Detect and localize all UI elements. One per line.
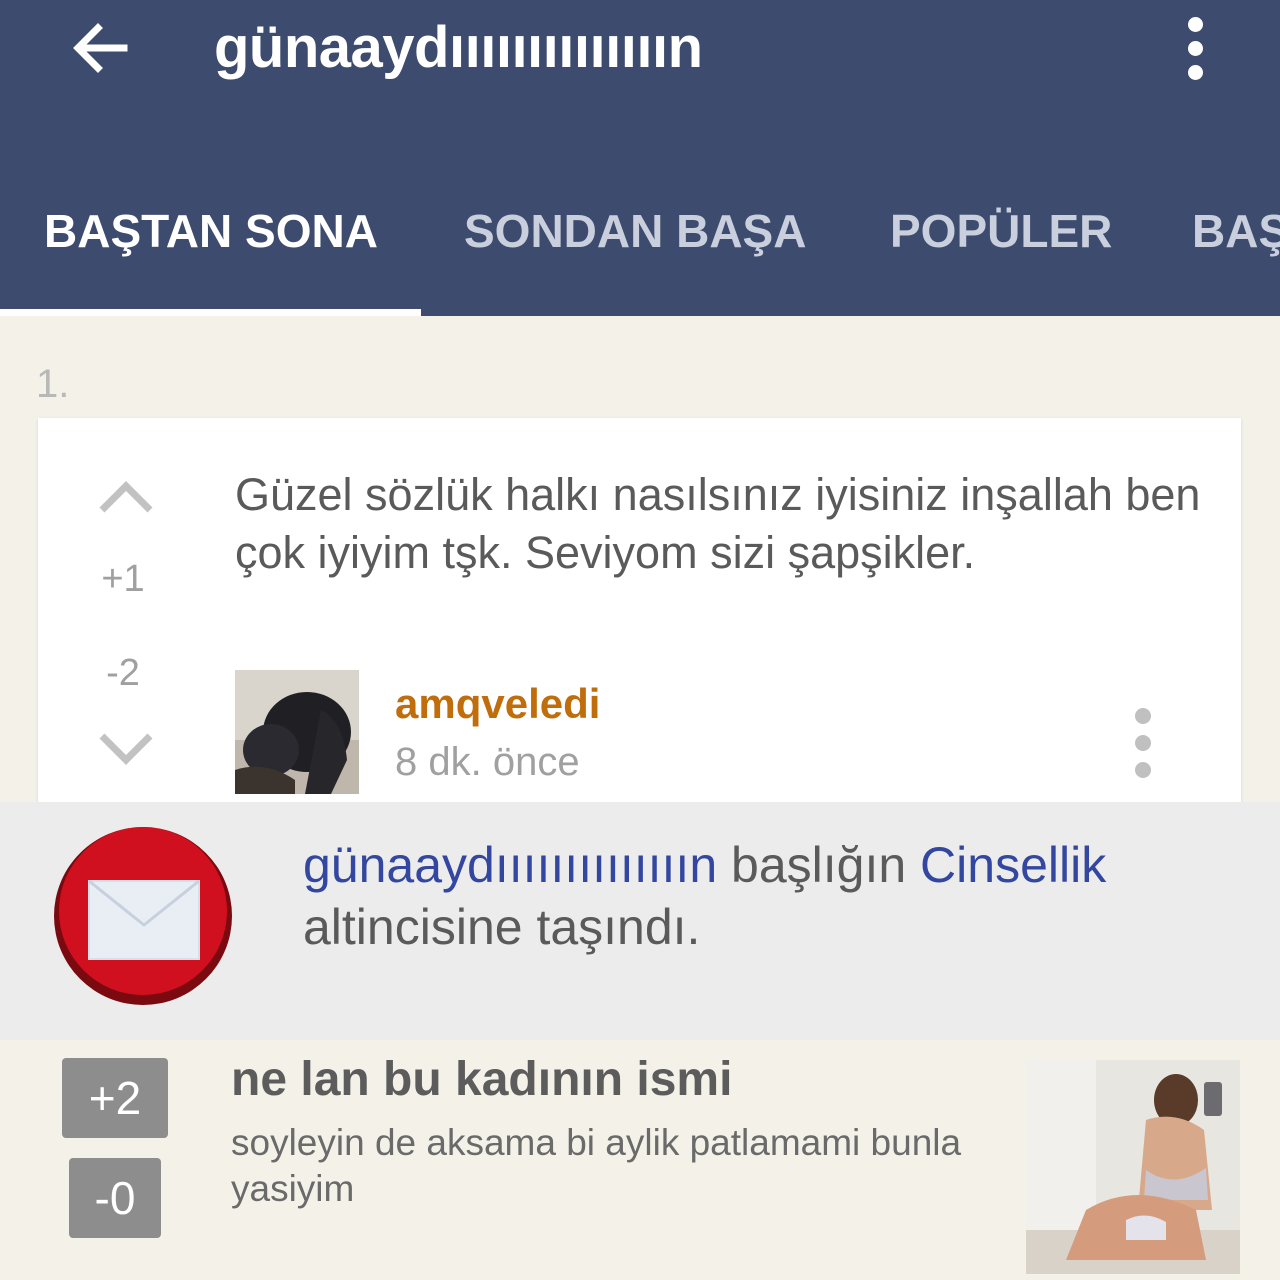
entry-card: +1 -2 Güzel sözlük halkı nasılsınız iyis… (38, 418, 1241, 818)
tab-sondan-basa[interactable]: SONDAN BAŞA (464, 204, 806, 258)
page-title: günaaydıııııııııııııın (214, 15, 703, 80)
entry-more-icon[interactable] (1128, 708, 1158, 778)
notification-topic-link[interactable]: günaaydıııııııııııııın (303, 837, 717, 893)
app-bar: günaaydıııııııııııııın BAŞTAN SONA SONDA… (0, 0, 1280, 316)
arrow-left-icon (73, 23, 128, 73)
entry-number: 1. (36, 362, 70, 406)
suggested-topic[interactable]: +2 -0 ne lan bu kadının ismi soyleyin de… (0, 1040, 1280, 1280)
suggestion-plus-score: +2 (62, 1058, 168, 1138)
tab-bar: BAŞTAN SONA SONDAN BAŞA POPÜLER BAŞ (0, 182, 1280, 282)
downvote-count: -2 (106, 652, 140, 694)
tab-bastan-sona[interactable]: BAŞTAN SONA (44, 204, 378, 258)
upvote-count: +1 (101, 558, 145, 600)
notification-line2: altincisine taşındı. (303, 899, 701, 955)
avatar[interactable] (235, 670, 359, 794)
notification-middle: başlığın (717, 837, 921, 893)
back-button[interactable] (60, 10, 140, 86)
tab-bas[interactable]: BAŞ (1192, 204, 1280, 258)
envelope-icon (54, 827, 232, 1005)
entry-text: Güzel sözlük halkı nasılsınız iyisiniz i… (235, 469, 1201, 578)
chevron-up-icon[interactable] (96, 476, 156, 516)
suggestion-minus-score: -0 (69, 1158, 161, 1238)
entry-time: 8 dk. önce (395, 740, 580, 784)
notification-text: günaaydıııııııııııııın başlığın Cinselli… (303, 834, 1203, 958)
notification-channel-link[interactable]: Cinsellik (920, 837, 1106, 893)
suggestion-title[interactable]: ne lan bu kadının ismi (231, 1052, 732, 1107)
chevron-down-icon[interactable] (96, 730, 156, 770)
suggestion-thumbnail[interactable] (1026, 1060, 1240, 1274)
tab-populer[interactable]: POPÜLER (890, 204, 1112, 258)
notification-banner[interactable]: günaaydıııııııııııııın başlığın Cinselli… (0, 802, 1280, 1040)
more-vert-icon[interactable] (1166, 10, 1224, 86)
suggestion-text: soyleyin de aksama bi aylik patlamami bu… (231, 1122, 962, 1209)
author-name[interactable]: amqveledi (395, 680, 600, 728)
tab-indicator (0, 309, 421, 316)
